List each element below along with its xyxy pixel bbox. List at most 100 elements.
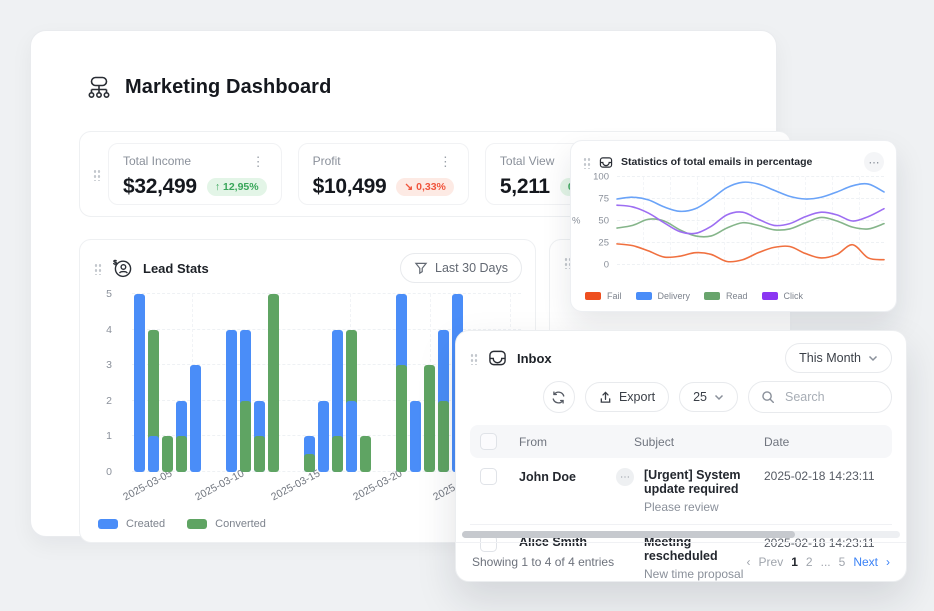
axis-tick-label: 2025-03-10 bbox=[193, 467, 246, 503]
bar bbox=[190, 365, 201, 472]
kebab-menu-icon[interactable]: ⋮ bbox=[437, 155, 454, 168]
page-size-dropdown[interactable]: 25 bbox=[679, 382, 738, 412]
row-checkbox[interactable] bbox=[480, 468, 497, 485]
pagination-item[interactable]: ‹ bbox=[747, 555, 751, 569]
legend-label: Delivery bbox=[658, 291, 691, 301]
bar bbox=[268, 294, 279, 472]
bar bbox=[226, 330, 237, 472]
kebab-menu-icon[interactable]: ⋮ bbox=[250, 155, 267, 168]
stat-value: 5,211 bbox=[500, 175, 550, 199]
filter-last-30-days-button[interactable]: Last 30 Days bbox=[401, 254, 521, 282]
bar bbox=[410, 401, 421, 472]
legend-swatch bbox=[585, 292, 601, 300]
bar bbox=[318, 401, 329, 472]
email-y-axis: 0255075100% bbox=[583, 177, 609, 265]
period-dropdown[interactable]: This Month bbox=[785, 343, 892, 373]
filter-icon bbox=[414, 261, 428, 275]
lead-stats-title: Lead Stats bbox=[143, 261, 209, 276]
scrollbar-thumb[interactable] bbox=[462, 531, 795, 538]
inbox-title: Inbox bbox=[517, 351, 552, 366]
export-button[interactable]: Export bbox=[585, 382, 669, 412]
legend-item: Read bbox=[704, 291, 748, 301]
pagination-item[interactable]: 2 bbox=[806, 555, 813, 569]
drag-handle-icon[interactable] bbox=[470, 352, 478, 365]
axis-tick-label: 2025-03-05 bbox=[121, 467, 174, 503]
email-line-chart bbox=[617, 177, 884, 265]
stat-title: Profit bbox=[313, 154, 341, 168]
legend-item: Click bbox=[762, 291, 804, 301]
stat-value: $32,499 bbox=[123, 175, 197, 199]
column-header-date: Date bbox=[764, 435, 882, 449]
axis-tick-label: 2 bbox=[106, 395, 112, 407]
bar bbox=[240, 401, 251, 472]
axis-tick-label: 2025-03-20 bbox=[351, 467, 404, 503]
legend-item: Converted bbox=[187, 518, 266, 530]
drag-handle-icon[interactable] bbox=[583, 156, 591, 169]
bar bbox=[346, 401, 357, 472]
bar bbox=[148, 436, 159, 472]
mail-icon bbox=[599, 156, 613, 169]
stat-value: $10,499 bbox=[313, 175, 387, 199]
app-header: Marketing Dashboard bbox=[86, 75, 331, 100]
lead-y-axis: 012345 bbox=[96, 294, 114, 472]
axis-tick-label: 3 bbox=[106, 359, 112, 371]
legend-swatch bbox=[636, 292, 652, 300]
entries-summary: Showing 1 to 4 of 4 entries bbox=[472, 555, 614, 569]
axis-tick-label: 1 bbox=[106, 430, 112, 442]
legend-item: Created bbox=[98, 518, 165, 530]
horizontal-scrollbar bbox=[462, 531, 900, 538]
pagination-item[interactable]: › bbox=[886, 555, 890, 569]
bar bbox=[254, 436, 265, 472]
axis-unit-label: % bbox=[572, 216, 580, 227]
drag-handle-icon[interactable] bbox=[94, 262, 102, 275]
pagination-item[interactable]: ... bbox=[821, 555, 831, 569]
legend-label: Fail bbox=[607, 291, 622, 301]
search-icon bbox=[761, 390, 775, 404]
search-input[interactable] bbox=[783, 389, 879, 405]
legend-swatch bbox=[704, 292, 720, 300]
row-menu-icon[interactable]: ⋯ bbox=[616, 468, 634, 486]
column-header-subject: Subject bbox=[634, 435, 764, 449]
series-line-fail bbox=[617, 244, 884, 262]
export-icon bbox=[599, 391, 612, 404]
subject-cell: [Urgent] System update requiredPlease re… bbox=[644, 468, 764, 514]
legend-label: Click bbox=[784, 291, 804, 301]
refresh-icon bbox=[551, 390, 566, 405]
legend-swatch bbox=[187, 519, 207, 529]
inbox-toolbar: Export 25 bbox=[543, 381, 892, 413]
ellipsis-menu-icon[interactable]: ⋯ bbox=[864, 152, 884, 172]
refresh-button[interactable] bbox=[543, 381, 575, 413]
axis-tick-label: 0 bbox=[106, 466, 112, 478]
bar bbox=[424, 365, 435, 472]
page: Marketing Dashboard Total Income ⋮ $32,4… bbox=[0, 0, 934, 611]
table-header-row: From Subject Date bbox=[470, 425, 892, 458]
email-stats-card: Statistics of total emails in percentage… bbox=[570, 140, 897, 312]
pagination-item[interactable]: 5 bbox=[839, 555, 846, 569]
axis-tick-label: 5 bbox=[106, 288, 112, 300]
select-all-checkbox[interactable] bbox=[480, 433, 497, 450]
pagination-item[interactable]: 1 bbox=[791, 555, 798, 569]
stat-title: Total Income bbox=[123, 154, 191, 168]
filter-label: Last 30 Days bbox=[435, 261, 508, 275]
trend-badge: ↘ 0,33% bbox=[396, 178, 454, 196]
legend-label: Read bbox=[726, 291, 748, 301]
page-title: Marketing Dashboard bbox=[125, 76, 331, 99]
pagination-item[interactable]: Next bbox=[853, 555, 878, 569]
bar bbox=[304, 454, 315, 472]
pagination-item[interactable]: Prev bbox=[759, 555, 784, 569]
stat-card-profit: Profit ⋮ $10,499 ↘ 0,33% bbox=[298, 143, 469, 205]
chevron-down-icon bbox=[868, 355, 878, 362]
sitemap-icon bbox=[86, 75, 112, 100]
stat-title: Total View bbox=[500, 154, 554, 168]
chevron-down-icon bbox=[714, 394, 724, 401]
stat-card-total-income: Total Income ⋮ $32,499 ↑ 12,95% bbox=[108, 143, 282, 205]
series-line-delivery bbox=[617, 182, 884, 211]
sender-name: John Doe bbox=[519, 470, 576, 484]
bar bbox=[360, 436, 371, 472]
axis-tick-label: 25 bbox=[598, 238, 609, 249]
table-row[interactable]: John Doe ⋯ [Urgent] System update required… bbox=[470, 458, 892, 525]
pagination: ‹ Prev 12... 5 Next › bbox=[747, 555, 890, 569]
drag-handle-icon[interactable] bbox=[93, 168, 101, 181]
axis-tick-label: 50 bbox=[598, 216, 609, 227]
email-plot bbox=[617, 177, 884, 265]
